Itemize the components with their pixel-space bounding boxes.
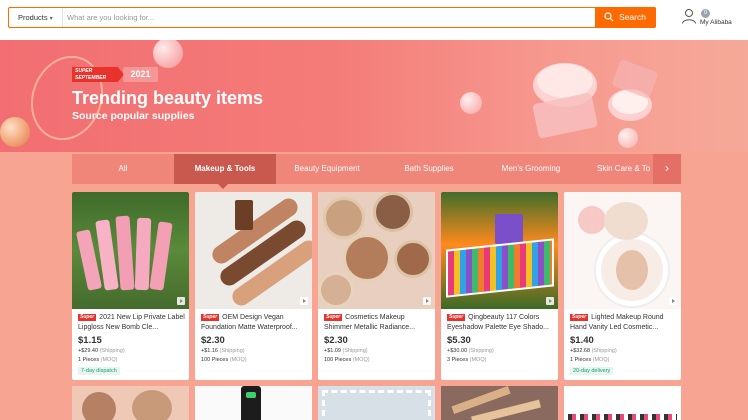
shipping-value: +$32.68 [570, 348, 591, 354]
category-tabs: All Makeup & Tools Beauty Equipment Bath… [72, 154, 681, 189]
shipping-value: +$30.00 [447, 348, 468, 354]
product-title[interactable]: Super Qingbeauty 117 Colors Eyeshadow Pal… [447, 313, 555, 333]
moq-label: (MOQ) [592, 357, 610, 363]
category-dropdown[interactable]: Products ▾ [9, 8, 63, 27]
product-card[interactable]: Super OEM Design Vegan Foundation Matte W… [195, 192, 312, 380]
my-alibaba-link[interactable]: My Alibaba [700, 19, 732, 26]
shipping-label: (Shipping) [342, 348, 368, 354]
compact-powder-illustration [532, 60, 658, 139]
search-input[interactable] [67, 10, 587, 25]
dispatch-tag: 7-day dispatch [78, 367, 120, 375]
shipping-cost: +$29.40 (Shipping) [78, 348, 125, 354]
hero-banner: SUPER SEPTEMBER 2021 Trending beauty ite… [0, 40, 748, 152]
product-image [72, 192, 189, 309]
delivery-tag: 20-day delivery [570, 367, 614, 375]
super-tag: Super [201, 314, 220, 321]
product-price: $1.15 [78, 335, 102, 346]
tab-mens-grooming[interactable]: Men's Grooming [480, 154, 582, 184]
product-card[interactable]: Super 2021 New Lip Private Label Lipgloss… [72, 192, 189, 380]
search-button[interactable]: Search [595, 7, 656, 28]
product-card-partial[interactable] [195, 386, 312, 420]
moq-value: 3 Pieces [447, 357, 469, 363]
moq-label: (MOQ) [229, 357, 247, 363]
moq-value: 1 Pieces [78, 357, 100, 363]
product-card-partial[interactable] [564, 386, 681, 420]
decorative-sphere [0, 117, 30, 147]
product-card-partial[interactable] [441, 386, 558, 420]
tab-skin-care[interactable]: Skin Care & To [582, 154, 664, 184]
product-title[interactable]: Super Lighted Makeup Round Hand Vanity Le… [570, 313, 678, 333]
product-card-partial[interactable] [72, 386, 189, 420]
product-card[interactable]: Super Lighted Makeup Round Hand Vanity Le… [564, 192, 681, 380]
shipping-cost: +$1.09 (Shipping) [324, 348, 368, 354]
moq: 1 Pieces (MOQ) [570, 357, 609, 363]
moq: 100 Pieces (MOQ) [324, 357, 370, 363]
chevron-right-icon[interactable]: › [653, 154, 681, 184]
banner-subtitle: Source popular supplies [72, 110, 195, 122]
product-price: $2.30 [324, 335, 348, 346]
product-price: $5.30 [447, 335, 471, 346]
product-image [318, 192, 435, 309]
play-icon [300, 297, 308, 305]
search-button-label: Search [619, 12, 646, 22]
user-icon[interactable] [681, 8, 697, 24]
product-card[interactable]: Super Cosmetics Makeup Shimmer Metallic R… [318, 192, 435, 380]
shipping-value: +$29.40 [78, 348, 99, 354]
tag-line-2: SEPTEMBER [75, 75, 107, 81]
product-image [195, 192, 312, 309]
moq-value: 100 Pieces [324, 357, 352, 363]
chevron-down-icon: ▾ [49, 16, 53, 22]
super-tag: Super [447, 314, 466, 321]
product-card[interactable]: Super Qingbeauty 117 Colors Eyeshadow Pal… [441, 192, 558, 380]
play-icon [177, 297, 185, 305]
product-title[interactable]: Super 2021 New Lip Private Label Lipgloss… [78, 313, 186, 333]
tab-bath-supplies[interactable]: Bath Supplies [378, 154, 480, 184]
product-title[interactable]: Super OEM Design Vegan Foundation Matte W… [201, 313, 309, 333]
top-header: Products▾ Search 0 My Alibaba [0, 0, 748, 40]
moq-value: 100 Pieces [201, 357, 229, 363]
product-image [441, 192, 558, 309]
shipping-value: +$1.09 [324, 348, 341, 354]
play-icon [423, 297, 431, 305]
moq: 100 Pieces (MOQ) [201, 357, 247, 363]
shipping-label: (Shipping) [591, 348, 617, 354]
search-bar: Products▾ Search [8, 7, 656, 28]
moq: 1 Pieces (MOQ) [78, 357, 117, 363]
super-tag: Super [78, 314, 97, 321]
banner-year: 2021 [123, 67, 158, 82]
category-label: Products [18, 13, 48, 22]
tab-beauty-equipment[interactable]: Beauty Equipment [276, 154, 378, 184]
product-price: $1.40 [570, 335, 594, 346]
tab-all[interactable]: All [72, 154, 174, 184]
super-tag: Super [324, 314, 343, 321]
super-tag: Super [570, 314, 589, 321]
tag-line-1: SUPER [75, 68, 93, 74]
shipping-label: (Shipping) [99, 348, 125, 354]
moq-value: 1 Pieces [570, 357, 592, 363]
shipping-label: (Shipping) [219, 348, 245, 354]
super-september-tag: SUPER SEPTEMBER [72, 67, 124, 82]
product-image [564, 192, 681, 309]
product-price: $2.30 [201, 335, 225, 346]
play-icon [669, 297, 677, 305]
decorative-bubble [153, 40, 183, 68]
banner-title: Trending beauty items [72, 88, 264, 108]
moq-label: (MOQ) [469, 357, 487, 363]
product-title[interactable]: Super Cosmetics Makeup Shimmer Metallic R… [324, 313, 432, 333]
play-icon [546, 297, 554, 305]
tab-makeup-tools[interactable]: Makeup & Tools [174, 154, 276, 189]
shipping-cost: +$1.16 (Shipping) [201, 348, 245, 354]
decorative-bubble [460, 92, 482, 114]
moq-label: (MOQ) [352, 357, 370, 363]
shipping-cost: +$32.68 (Shipping) [570, 348, 617, 354]
search-icon [604, 12, 614, 22]
product-card-partial[interactable] [318, 386, 435, 420]
moq: 3 Pieces (MOQ) [447, 357, 486, 363]
shipping-label: (Shipping) [468, 348, 494, 354]
moq-label: (MOQ) [100, 357, 118, 363]
shipping-cost: +$30.00 (Shipping) [447, 348, 494, 354]
shipping-value: +$1.16 [201, 348, 218, 354]
message-count-badge: 0 [701, 9, 710, 18]
